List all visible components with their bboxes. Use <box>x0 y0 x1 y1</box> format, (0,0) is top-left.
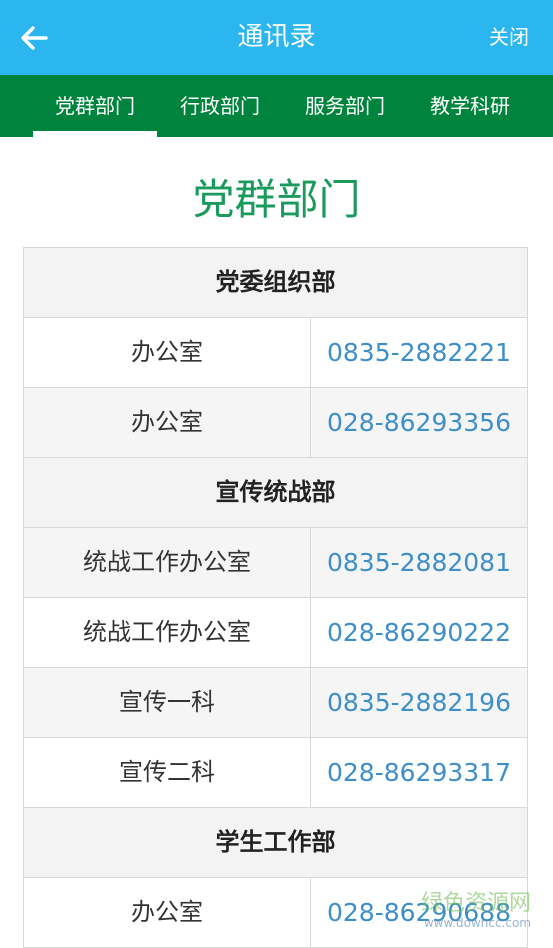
tab-service-departments[interactable]: 服务部门 <box>286 75 404 137</box>
tab-party-departments[interactable]: 党群部门 <box>33 75 157 137</box>
close-button[interactable]: 关闭 <box>489 0 529 75</box>
contact-row: 办公室 0835-2882221 <box>24 318 527 388</box>
contact-row: 办公室 028-86293356 <box>24 388 527 458</box>
group-name: 宣传统战部 <box>215 478 336 506</box>
page-title: 通讯录 <box>237 22 316 52</box>
phone-number-link[interactable]: 0835-2882221 <box>311 318 527 387</box>
watermark-url: www.downcc.com <box>423 916 531 930</box>
office-name: 办公室 <box>24 878 311 947</box>
office-name: 办公室 <box>24 318 311 387</box>
group-header-row: 宣传统战部 <box>24 458 527 528</box>
group-name: 学生工作部 <box>215 828 336 856</box>
office-name: 统战工作办公室 <box>24 598 311 667</box>
phone-number-link[interactable]: 0835-2882081 <box>311 528 527 597</box>
phone-number-link[interactable]: 028-86293317 <box>311 738 527 807</box>
back-arrow-icon <box>21 26 48 50</box>
phone-number-link[interactable]: 028-86290222 <box>311 598 527 667</box>
office-name: 办公室 <box>24 388 311 457</box>
tab-administrative-departments[interactable]: 行政部门 <box>162 75 278 137</box>
group-header-row: 学生工作部 <box>24 808 527 878</box>
office-name: 统战工作办公室 <box>24 528 311 597</box>
section-title: 党群部门 <box>192 175 361 224</box>
back-button[interactable] <box>14 18 54 58</box>
office-name: 宣传二科 <box>24 738 311 807</box>
phone-number-link[interactable]: 028-86293356 <box>311 388 527 457</box>
tab-teaching-research[interactable]: 教学科研 <box>412 75 528 137</box>
contact-row: 统战工作办公室 0835-2882081 <box>24 528 527 598</box>
watermark: 绿色资源网 www.downcc.com <box>420 891 531 931</box>
active-tab-indicator <box>33 131 157 137</box>
watermark-text: 绿色资源网 <box>420 891 531 916</box>
phone-number-link[interactable]: 0835-2882196 <box>311 668 527 737</box>
contact-row: 统战工作办公室 028-86290222 <box>24 598 527 668</box>
contact-row: 宣传一科 0835-2882196 <box>24 668 527 738</box>
group-name: 党委组织部 <box>215 268 336 296</box>
department-tabs: 党群部门 行政部门 服务部门 教学科研 <box>0 75 553 137</box>
contact-row: 宣传二科 028-86293317 <box>24 738 527 808</box>
office-name: 宣传一科 <box>24 668 311 737</box>
group-header-row: 党委组织部 <box>24 248 527 318</box>
contact-table: 党委组织部 办公室 0835-2882221 办公室 028-86293356 … <box>23 247 528 948</box>
app-header: 通讯录 关闭 <box>0 0 553 75</box>
